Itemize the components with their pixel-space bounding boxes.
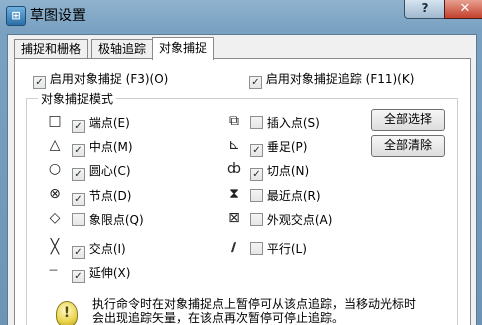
mode-extension[interactable]: ✓ 延伸(X) — [72, 264, 130, 283]
enable-tracking-label: 启用对象捕捉追踪 (F11)(K) — [265, 72, 415, 86]
select-all-button[interactable]: 全部选择 — [371, 109, 445, 131]
extension-checkbox[interactable]: ✓ — [72, 270, 85, 283]
center-checkbox[interactable]: ✓ — [72, 168, 85, 181]
perpendicular-label: 垂足(P) — [266, 140, 308, 154]
tracking-hint: 执行命令时在对象捕捉点上暂停可从该点追踪，当移动光标时 会出现追踪矢量，在该点再… — [92, 297, 416, 325]
mode-apparent-intersection[interactable]: 外观交点(A) — [250, 211, 332, 228]
parallel-icon: ∕∕ — [230, 240, 236, 254]
app-icon: ⊞ — [6, 6, 26, 26]
sketch-settings-window: ⊞ 草图设置 ? ✕ 捕捉和栅格 极轴追踪 对象捕捉 ✓ 启用对象捕捉 (F3)… — [0, 0, 482, 325]
insertion-label: 插入点(S) — [266, 116, 320, 130]
cross-icon: ╳ — [50, 239, 60, 255]
apparent-intersection-icon: ⊠ — [228, 210, 240, 226]
extension-icon: --- — [49, 265, 58, 276]
intersection-label: 交点(I) — [88, 242, 126, 256]
tangent-icon: ȸ — [227, 161, 241, 177]
parallel-label: 平行(L) — [266, 242, 307, 256]
perpendicular-checkbox[interactable]: ✓ — [250, 144, 263, 157]
snap-modes-group-title: 对象捕捉模式 — [38, 90, 117, 107]
window-title: 草图设置 — [30, 8, 86, 24]
clear-all-button[interactable]: 全部清除 — [371, 135, 445, 157]
mode-center[interactable]: ✓ 圆心(C) — [72, 162, 131, 181]
mode-midpoint[interactable]: ✓ 中点(M) — [72, 138, 133, 157]
title-bar[interactable]: ⊞ 草图设置 ? ✕ — [0, 0, 482, 34]
mode-intersection[interactable]: ✓ 交点(I) — [72, 240, 126, 259]
node-icon: ⊗ — [49, 186, 61, 202]
close-button[interactable]: ✕ — [444, 0, 482, 19]
apparent-intersection-checkbox[interactable] — [250, 213, 263, 226]
nearest-label: 最近点(R) — [266, 189, 321, 203]
tab-polar-tracking[interactable]: 极轴追踪 — [91, 39, 154, 58]
help-button[interactable]: ? — [404, 0, 446, 19]
enable-osnap-label: 启用对象捕捉 (F3)(O) — [49, 72, 169, 86]
mode-nearest[interactable]: 最近点(R) — [250, 187, 321, 204]
mode-tangent[interactable]: ✓ 切点(N) — [250, 162, 309, 181]
enable-tracking-checkbox[interactable]: ✓ — [249, 76, 262, 89]
quadrant-label: 象限点(Q) — [88, 213, 144, 227]
parallel-checkbox[interactable] — [250, 242, 263, 255]
diamond-icon: ◇ — [49, 210, 61, 226]
tab-snap-grid[interactable]: 捕捉和栅格 — [14, 39, 89, 58]
center-label: 圆心(C) — [88, 164, 131, 178]
tangent-checkbox[interactable]: ✓ — [250, 168, 263, 181]
square-icon: □ — [48, 113, 62, 129]
nearest-checkbox[interactable] — [250, 189, 263, 202]
mode-perpendicular[interactable]: ✓ 垂足(P) — [250, 138, 307, 157]
quadrant-checkbox[interactable] — [72, 213, 85, 226]
mode-endpoint[interactable]: ✓ 端点(E) — [72, 114, 130, 133]
triangle-icon: △ — [49, 137, 61, 153]
mode-node[interactable]: ✓ 节点(D) — [72, 187, 131, 206]
enable-osnap-option[interactable]: ✓ 启用对象捕捉 (F3)(O) — [33, 70, 168, 89]
endpoint-checkbox[interactable]: ✓ — [72, 120, 85, 133]
mode-insertion[interactable]: 插入点(S) — [250, 114, 320, 131]
insertion-checkbox[interactable] — [250, 116, 263, 129]
tangent-label: 切点(N) — [266, 164, 310, 178]
tab-object-snap[interactable]: 对象捕捉 — [152, 37, 215, 60]
mode-quadrant[interactable]: 象限点(Q) — [72, 211, 144, 228]
node-checkbox[interactable]: ✓ — [72, 193, 85, 206]
circle-icon: ○ — [48, 161, 62, 177]
extension-label: 延伸(X) — [88, 266, 131, 280]
intersection-checkbox[interactable]: ✓ — [72, 246, 85, 259]
endpoint-label: 端点(E) — [88, 116, 130, 130]
midpoint-label: 中点(M) — [88, 140, 133, 154]
tracking-hint-line1: 执行命令时在对象捕捉点上暂停可从该点追踪，当移动光标时 — [92, 297, 417, 311]
tracking-hint-line2: 会出现追踪矢量，在该点再次暂停可停止追踪。 — [92, 311, 345, 325]
insert-icon: ⧉ — [229, 113, 239, 129]
mode-parallel[interactable]: 平行(L) — [250, 240, 307, 257]
enable-osnap-checkbox[interactable]: ✓ — [33, 76, 46, 89]
nearest-icon: ⧗ — [229, 186, 239, 202]
enable-tracking-option[interactable]: ✓ 启用对象捕捉追踪 (F11)(K) — [249, 70, 414, 89]
node-label: 节点(D) — [88, 189, 132, 203]
perpendicular-icon: ⊾ — [228, 137, 240, 153]
midpoint-checkbox[interactable]: ✓ — [72, 144, 85, 157]
lightbulb-icon: ! — [56, 301, 78, 325]
apparent-intersection-label: 外观交点(A) — [266, 213, 333, 227]
